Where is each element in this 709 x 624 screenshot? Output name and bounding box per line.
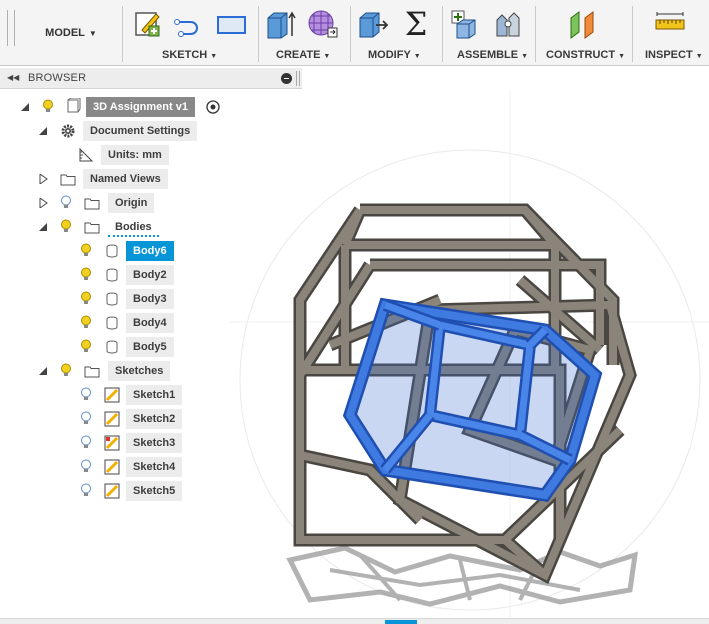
measure-icon[interactable] (654, 8, 686, 40)
toolbar-divider (350, 6, 351, 62)
body-icon (106, 340, 118, 354)
body-item[interactable]: Body5 (126, 337, 174, 357)
create-menu[interactable]: CREATE ▼ (276, 49, 330, 61)
model-shadow (286, 545, 639, 607)
workspace-dropdown[interactable]: MODEL ▼ (22, 8, 120, 58)
visibility-bulb-icon[interactable] (80, 459, 92, 474)
body-icon (106, 316, 118, 330)
sketch-item[interactable]: Sketch3 (126, 433, 183, 453)
expand-triangle-icon[interactable] (38, 222, 48, 232)
sketches-node[interactable]: Sketches (108, 361, 171, 381)
units-node[interactable]: Units: mm (101, 145, 169, 165)
sketch-icon (104, 411, 120, 427)
collapsed-triangle-icon[interactable] (38, 198, 48, 208)
browser-header: ◀◀ BROWSER (0, 68, 302, 89)
sketch-icon (104, 483, 120, 499)
model-viewport[interactable] (230, 90, 709, 624)
body-item[interactable]: Body4 (126, 313, 174, 333)
visibility-bulb-icon[interactable] (80, 267, 92, 282)
visibility-bulb-icon[interactable] (80, 483, 92, 498)
timeline-marker[interactable] (385, 620, 417, 624)
sketch-icon (104, 435, 120, 451)
toolbar-divider (122, 6, 123, 62)
root-component[interactable]: 3D Assignment v1 (86, 97, 195, 117)
visibility-bulb-icon[interactable] (80, 387, 92, 402)
folder-icon (84, 366, 100, 378)
expand-triangle-icon[interactable] (20, 102, 30, 112)
folder-icon (84, 222, 100, 234)
create-sketch-icon[interactable] (132, 8, 164, 40)
visibility-bulb-icon[interactable] (80, 243, 92, 258)
rectangle-icon[interactable] (215, 8, 247, 40)
activate-radio-icon[interactable] (205, 99, 221, 115)
sketch-icon (104, 459, 120, 475)
selected-body-frame (342, 297, 603, 503)
toolbar-divider (258, 6, 259, 62)
construct-menu[interactable]: CONSTRUCT ▼ (546, 49, 625, 61)
workspace-label: MODEL (45, 27, 85, 39)
body-icon (106, 268, 118, 282)
sigma-icon[interactable]: Σ (400, 8, 432, 40)
document-settings-node[interactable]: Document Settings (83, 121, 198, 141)
folder-icon (84, 198, 100, 210)
origin-node[interactable]: Origin (108, 193, 155, 213)
inspect-menu[interactable]: INSPECT ▼ (645, 49, 703, 61)
document-icon (67, 98, 81, 113)
body-icon (106, 244, 118, 258)
ruler-icon (79, 147, 94, 162)
bodies-node[interactable]: Bodies (108, 217, 159, 237)
toolbar-divider (442, 6, 443, 62)
collapsed-triangle-icon[interactable] (38, 174, 48, 184)
visibility-bulb-icon[interactable] (80, 411, 92, 426)
body-item[interactable]: Body3 (126, 289, 174, 309)
body-item[interactable]: Body2 (126, 265, 174, 285)
minimize-panel-icon[interactable] (281, 73, 292, 84)
press-pull-icon[interactable] (357, 8, 389, 40)
panel-grip[interactable] (296, 71, 300, 86)
visibility-bulb-icon[interactable] (80, 339, 92, 354)
visibility-bulb-icon[interactable] (60, 363, 72, 378)
toolbar-grip[interactable] (7, 10, 15, 46)
visibility-bulb-icon[interactable] (60, 219, 72, 234)
line-arc-icon[interactable] (173, 8, 205, 40)
extrude-icon[interactable] (265, 8, 297, 40)
body-item[interactable]: Body6 (126, 241, 174, 261)
visibility-bulb-icon[interactable] (80, 291, 92, 306)
named-views-node[interactable]: Named Views (83, 169, 168, 189)
expand-triangle-icon[interactable] (38, 126, 48, 136)
new-component-icon[interactable] (449, 8, 481, 40)
visibility-bulb-icon[interactable] (80, 315, 92, 330)
caret-down-icon: ▼ (88, 28, 97, 38)
expand-triangle-icon[interactable] (38, 366, 48, 376)
body-icon (106, 292, 118, 306)
sketch-item[interactable]: Sketch5 (126, 481, 183, 501)
visibility-bulb-icon[interactable] (80, 435, 92, 450)
folder-icon (60, 174, 76, 186)
sketch-item[interactable]: Sketch4 (126, 457, 183, 477)
gear-icon (61, 124, 75, 138)
collapse-panel-icon[interactable]: ◀◀ (7, 73, 19, 82)
offset-plane-icon[interactable] (567, 8, 599, 40)
form-icon[interactable] (306, 8, 338, 40)
joint-icon[interactable] (492, 8, 524, 40)
browser-title: BROWSER (28, 72, 87, 84)
sketch-item[interactable]: Sketch2 (126, 409, 183, 429)
toolbar-divider (632, 6, 633, 62)
toolbar: MODEL ▼ SKETCH ▼ CREATE ▼ Σ MODIFY ▼ ASS… (0, 0, 709, 66)
visibility-bulb-icon[interactable] (42, 99, 54, 114)
sketch-menu[interactable]: SKETCH ▼ (162, 49, 217, 61)
assemble-menu[interactable]: ASSEMBLE ▼ (457, 49, 528, 61)
modify-menu[interactable]: MODIFY ▼ (368, 49, 421, 61)
timeline-strip (0, 618, 709, 624)
sketch-icon (104, 387, 120, 403)
sketch-item[interactable]: Sketch1 (126, 385, 183, 405)
toolbar-divider (535, 6, 536, 62)
visibility-bulb-icon[interactable] (60, 195, 72, 210)
